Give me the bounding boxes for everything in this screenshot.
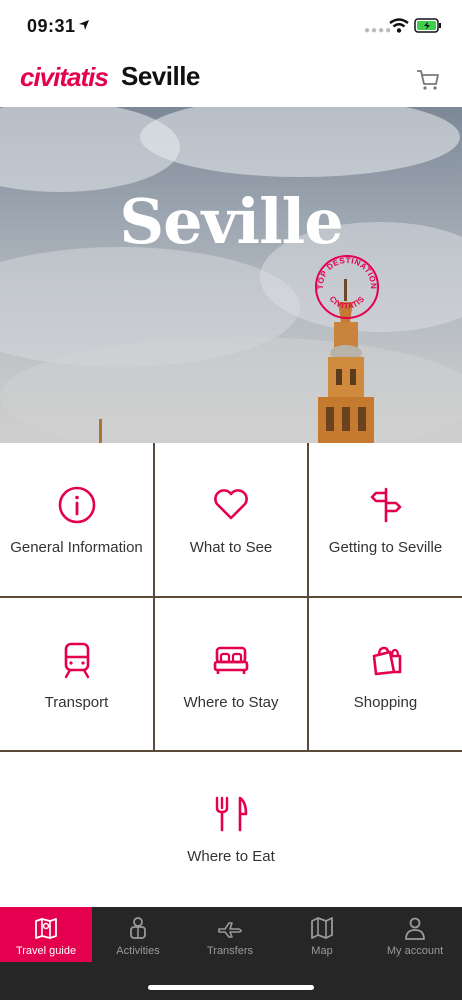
nav-travel-guide[interactable]: Travel guide	[0, 907, 92, 962]
app-header: civitatis Seville	[0, 52, 462, 107]
menu-label: Shopping	[353, 694, 418, 711]
menu-getting-to-seville[interactable]: Getting to Seville	[309, 443, 462, 596]
menu-label: Where to Stay	[183, 694, 279, 711]
hero-title: Seville	[119, 185, 343, 258]
plane-icon	[218, 922, 242, 938]
menu-label: Transport	[44, 694, 109, 711]
nav-label: Map	[311, 945, 333, 957]
menu-where-to-stay[interactable]: Where to Stay	[155, 598, 307, 750]
status-bar: 09:31 ●●●●	[0, 0, 462, 52]
badge-top-text: TOP DESTINATION	[316, 256, 378, 290]
battery-icon	[414, 18, 441, 33]
status-time: 09:31	[27, 16, 76, 36]
fork-knife-icon	[215, 796, 248, 832]
badge-bottom-text: CIVITATIS	[328, 294, 366, 310]
shopping-bag-icon	[372, 646, 401, 676]
home-indicator[interactable]	[148, 985, 314, 990]
page-title: Seville	[121, 61, 200, 91]
menu-shopping[interactable]: Shopping	[309, 598, 462, 750]
nav-label: My account	[386, 945, 444, 957]
heart-icon	[214, 489, 248, 520]
location-arrow-icon	[79, 20, 89, 30]
menu-label: Getting to Seville	[328, 539, 443, 556]
train-icon	[64, 642, 89, 679]
info-icon	[58, 486, 95, 524]
menu-where-to-eat[interactable]: Where to Eat	[0, 752, 462, 905]
top-destination-badge: TOP DESTINATION CIVITATIS	[315, 255, 379, 319]
user-icon	[405, 917, 425, 940]
nav-label: Transfers	[206, 945, 254, 957]
cart-icon[interactable]	[415, 67, 441, 93]
nav-transfers[interactable]: Transfers	[184, 907, 276, 962]
nav-activities[interactable]: Activities	[92, 907, 184, 962]
nav-label: Travel guide	[15, 945, 77, 957]
menu-transport[interactable]: Transport	[0, 598, 153, 750]
menu-general-information[interactable]: General Information	[0, 443, 153, 596]
menu-label: Where to Eat	[187, 848, 275, 865]
map-icon	[311, 917, 333, 939]
signal-icon: ●●●●	[364, 25, 393, 36]
hero-banner: Seville TOP DESTINATION CIVITATIS	[0, 107, 462, 443]
hero-image	[0, 107, 462, 443]
nav-map[interactable]: Map	[276, 907, 368, 962]
wifi-icon	[389, 18, 409, 33]
signpost-icon	[370, 487, 401, 523]
menu-label: What to See	[189, 539, 273, 556]
nav-label: Activities	[116, 945, 160, 957]
bed-icon	[213, 646, 249, 674]
menu-label: General Information	[10, 539, 143, 556]
brand-logo[interactable]: civitatis	[20, 62, 109, 93]
activities-icon	[130, 917, 146, 939]
map-book-icon	[35, 918, 57, 939]
svg-text:TOP DESTINATION: TOP DESTINATION	[316, 256, 378, 290]
menu-what-to-see[interactable]: What to See	[155, 443, 307, 596]
guide-menu-grid: General Information What to See Getting …	[0, 443, 462, 905]
nav-my-account[interactable]: My account	[368, 907, 462, 962]
svg-text:CIVITATIS: CIVITATIS	[328, 294, 367, 310]
